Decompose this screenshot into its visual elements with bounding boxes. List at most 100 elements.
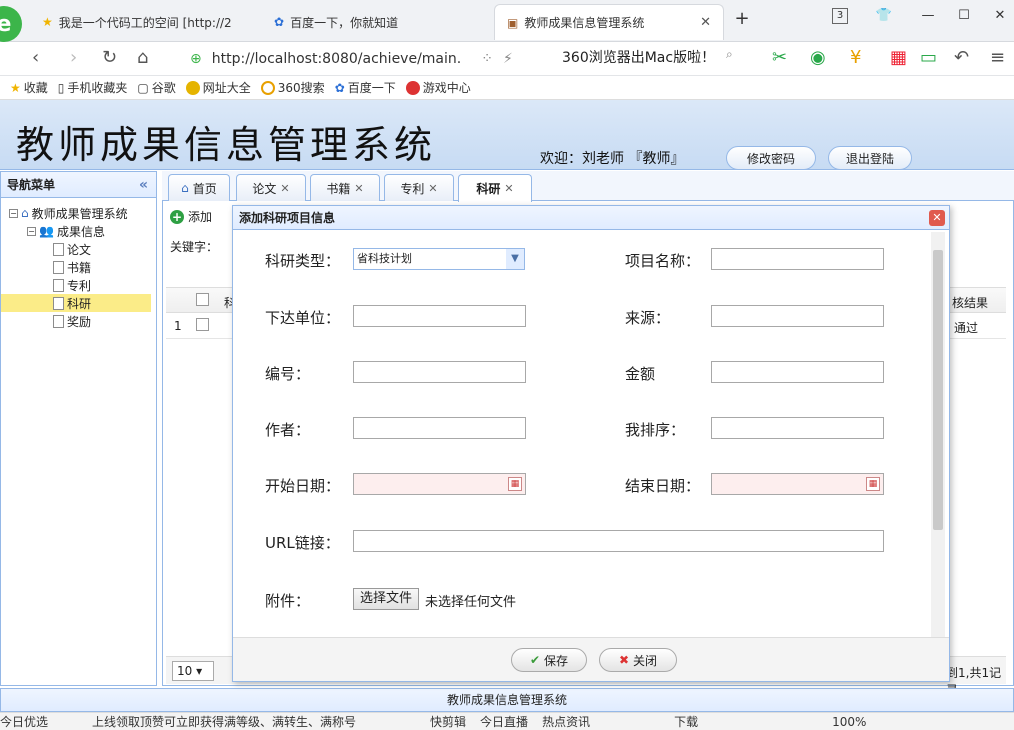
close-tab-icon[interactable]: ✕: [700, 15, 711, 30]
welcome-text: 欢迎：刘老师 『教师』: [540, 151, 685, 167]
add-research-dialog: 添加科研项目信息 ✕ 科研类型： 省科技计划 ▼ 项目名称： 下达单位： 来源：…: [232, 205, 950, 682]
browser-tab-1[interactable]: ★ 我是一个代码工的空间 [http://2: [30, 4, 250, 40]
label-rank: 我排序：: [625, 421, 686, 439]
tab-patents[interactable]: 专利 ✕: [384, 174, 454, 201]
close-window-icon[interactable]: ✕: [990, 8, 1010, 28]
bookmark-360search[interactable]: 360搜索: [260, 79, 325, 96]
tab-home[interactable]: ⌂ 首页: [168, 174, 230, 201]
nav-item-research[interactable]: 科研: [1, 294, 151, 312]
nav-item-papers[interactable]: 论文: [53, 240, 91, 258]
grid-icon[interactable]: ⁘: [481, 51, 493, 67]
collapse-node-icon[interactable]: −: [9, 208, 18, 218]
tab-papers[interactable]: 论文 ✕: [236, 174, 306, 201]
choose-file-button[interactable]: 选择文件: [353, 588, 420, 610]
research-type-select[interactable]: 省科技计划 ▼: [353, 248, 525, 270]
code-input[interactable]: [353, 361, 526, 383]
source-input[interactable]: [711, 305, 884, 327]
forward-icon[interactable]: ›: [70, 47, 77, 68]
label-start-date: 开始日期：: [265, 477, 341, 495]
unit-input[interactable]: [353, 305, 526, 327]
browser-tab-2[interactable]: ✿ 百度一下，你就知道: [262, 4, 482, 40]
label-attachment: 附件：: [265, 592, 311, 610]
bookmark-games[interactable]: 游戏中心: [405, 79, 471, 96]
collapse-icon[interactable]: «: [139, 177, 148, 193]
status-item[interactable]: 今日直播: [480, 713, 528, 730]
bookmark-baidu[interactable]: ✿ 百度一下: [335, 79, 396, 96]
save-button[interactable]: ✔ 保存: [511, 648, 587, 672]
dialog-scrollbar[interactable]: [931, 232, 945, 638]
select-all-checkbox[interactable]: [196, 293, 209, 306]
url-input[interactable]: [353, 530, 884, 552]
dialog-close-icon[interactable]: ✕: [929, 210, 945, 226]
secure-icon: ⊕: [190, 51, 202, 67]
battery-icon[interactable]: ▭: [920, 47, 937, 68]
maximize-icon[interactable]: ☐: [954, 8, 974, 28]
amount-input[interactable]: [711, 361, 884, 383]
close-tab-icon[interactable]: ✕: [280, 182, 289, 195]
system-title: 教师成果信息管理系统: [16, 123, 437, 167]
column-header-result[interactable]: 核结果: [952, 294, 988, 311]
apps-icon[interactable]: ▦: [890, 47, 907, 68]
scissors-icon[interactable]: ✂: [772, 47, 787, 68]
calendar-icon[interactable]: ▦: [508, 477, 522, 491]
lightning-icon[interactable]: ⚡: [503, 51, 513, 67]
minimize-icon[interactable]: —: [918, 8, 938, 28]
nav-item-awards[interactable]: 奖励: [53, 312, 91, 330]
promo-text[interactable]: 360浏览器出Mac版啦！: [562, 47, 715, 67]
close-button[interactable]: ✖ 关闭: [599, 648, 677, 672]
nav-header: 导航菜单 «: [1, 172, 156, 198]
add-button[interactable]: + 添加: [170, 208, 212, 225]
calendar-icon[interactable]: ▦: [866, 477, 880, 491]
project-name-input[interactable]: [711, 248, 884, 270]
status-item[interactable]: 下载: [674, 713, 698, 730]
tab-research[interactable]: 科研 ✕: [458, 174, 532, 202]
menu-icon[interactable]: ≡: [990, 47, 1005, 68]
home-icon[interactable]: ⌂: [137, 47, 148, 68]
browser-status-bar: 今日优选 上线领取顶赞可立即获得满等级、满转生、满称号 快剪辑 今日直播 热点资…: [0, 712, 1014, 730]
end-date-input[interactable]: ▦: [711, 473, 884, 495]
scroll-thumb[interactable]: [933, 250, 943, 530]
row-checkbox[interactable]: [196, 318, 209, 331]
page-size-select[interactable]: 10 ▾: [172, 661, 214, 681]
start-date-input[interactable]: ▦: [353, 473, 526, 495]
rank-input[interactable]: [711, 417, 884, 439]
bookmark-directory[interactable]: 网址大全: [185, 79, 251, 96]
bookmark-mobile[interactable]: ▯ 手机收藏夹: [58, 79, 128, 96]
tab-count[interactable]: 3: [832, 8, 848, 24]
logout-button[interactable]: 退出登陆: [828, 146, 912, 170]
zoom-level[interactable]: 100%: [832, 715, 866, 729]
undo-icon[interactable]: ↶: [954, 47, 969, 68]
status-item[interactable]: 热点资讯: [542, 713, 590, 730]
bookmark-favorites[interactable]: ★ 收藏: [10, 79, 48, 96]
close-tab-icon[interactable]: ✕: [428, 182, 437, 195]
label-url: URL链接：: [265, 534, 340, 552]
status-item[interactable]: 上线领取顶赞可立即获得满等级、满转生、满称号: [92, 713, 356, 730]
file-status: 未选择任何文件: [425, 595, 517, 610]
status-item[interactable]: 今日优选: [0, 713, 48, 730]
money-icon[interactable]: ¥: [850, 47, 861, 68]
author-input[interactable]: [353, 417, 526, 439]
label-unit: 下达单位：: [265, 309, 341, 327]
browser-tab-3[interactable]: ▣ 教师成果信息管理系统 ✕: [494, 4, 724, 40]
label-end-date: 结束日期：: [625, 477, 701, 495]
file-icon: [53, 278, 64, 292]
search-icon[interactable]: ⌕: [726, 47, 733, 62]
close-tab-icon[interactable]: ✕: [354, 182, 363, 195]
shirt-icon[interactable]: 👕: [874, 8, 894, 28]
tree-group-achievements[interactable]: − 👥 成果信息: [27, 222, 105, 240]
browser-logo-icon[interactable]: e: [0, 6, 22, 42]
bookmark-google[interactable]: ▢ 谷歌: [137, 79, 175, 96]
refresh-icon[interactable]: ↻: [102, 47, 117, 68]
back-icon[interactable]: ‹: [32, 47, 39, 68]
nav-item-patents[interactable]: 专利: [53, 276, 91, 294]
tree-root[interactable]: − ⌂ 教师成果管理系统: [9, 204, 128, 222]
translate-icon[interactable]: ◉: [810, 47, 826, 68]
collapse-node-icon[interactable]: −: [27, 226, 36, 236]
new-tab-icon[interactable]: +: [732, 8, 752, 29]
close-tab-icon[interactable]: ✕: [504, 182, 513, 195]
tab-books[interactable]: 书籍 ✕: [310, 174, 380, 201]
nav-item-books[interactable]: 书籍: [53, 258, 91, 276]
status-item[interactable]: 快剪辑: [430, 713, 466, 730]
chevron-down-icon[interactable]: ▼: [506, 249, 524, 269]
change-password-button[interactable]: 修改密码: [726, 146, 816, 170]
